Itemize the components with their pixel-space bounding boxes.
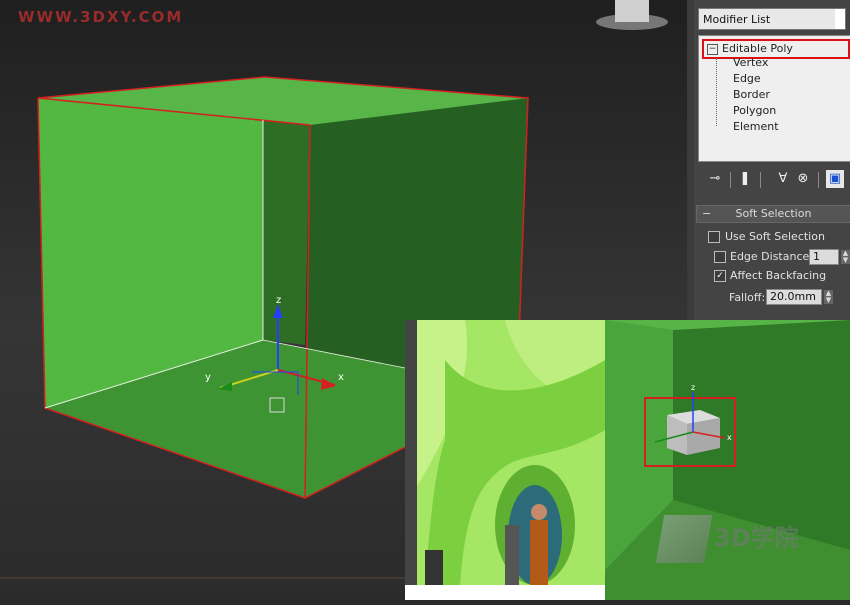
show-end-result-icon[interactable]: ❚: [736, 170, 754, 188]
logo-mark-icon: [655, 515, 713, 563]
stack-item-label: Editable Poly: [722, 42, 793, 55]
modifier-stack[interactable]: − Editable Poly Vertex Edge Border Polyg…: [698, 35, 850, 162]
modifier-list-dropdown[interactable]: Modifier List: [698, 8, 846, 30]
stack-subobject-vertex[interactable]: Vertex: [733, 56, 768, 69]
reference-photo: [405, 320, 605, 585]
toolbar-divider: [730, 172, 731, 188]
affect-backfacing-checkbox[interactable]: ✓: [714, 270, 726, 282]
falloff-label: Falloff:: [729, 291, 766, 304]
tree-connector: [716, 58, 718, 126]
configure-sets-icon[interactable]: ▣: [826, 170, 844, 188]
modifier-list-label: Modifier List: [703, 13, 771, 26]
falloff-input[interactable]: 20.0mm: [766, 289, 822, 305]
stack-subobject-border[interactable]: Border: [733, 88, 770, 101]
stack-item-editable-poly[interactable]: − Editable Poly: [702, 39, 850, 59]
collapse-icon[interactable]: −: [702, 206, 711, 221]
stack-subobject-element[interactable]: Element: [733, 120, 779, 133]
reference-photo-art: [405, 320, 605, 585]
watermark: WWW.3DXY.COM: [18, 8, 184, 26]
remove-modifier-icon[interactable]: ⊗: [794, 170, 812, 188]
stack-toolbar: ⊸ ❚ ∀ ⊗ ▣: [698, 168, 850, 190]
axis-label-x: x: [338, 372, 344, 383]
render-axis-label-z: z: [691, 383, 695, 392]
collapse-toggle-icon[interactable]: −: [707, 44, 718, 55]
rollout-header[interactable]: − Soft Selection: [696, 205, 850, 223]
stack-subobject-edge[interactable]: Edge: [733, 72, 761, 85]
edge-distance-checkbox[interactable]: [714, 251, 726, 263]
toolbar-divider: [818, 172, 819, 188]
box-back-face[interactable]: [263, 120, 310, 345]
axis-label-z: z: [276, 295, 281, 306]
logo-text: 3D学院: [714, 524, 799, 552]
edge-distance-label: Edge Distance:: [730, 250, 813, 263]
use-soft-selection-checkbox[interactable]: [708, 231, 720, 243]
toolbar-divider: [760, 172, 761, 188]
pin-stack-icon[interactable]: ⊸: [706, 170, 724, 188]
axis-label-y: y: [205, 372, 211, 383]
edge-distance-spinner-icon[interactable]: ▲ ▼: [841, 250, 850, 264]
edge-distance-input[interactable]: 1: [809, 249, 839, 265]
stack-subobject-polygon[interactable]: Polygon: [733, 104, 776, 117]
falloff-spinner-icon[interactable]: ▲ ▼: [824, 290, 833, 304]
brand-logo: 3D学院: [655, 515, 799, 563]
viewcube[interactable]: [596, 0, 668, 30]
affect-backfacing-label: Affect Backfacing: [730, 269, 827, 282]
make-unique-icon[interactable]: ∀: [774, 170, 792, 188]
render-axis-label-x: x: [727, 433, 732, 442]
use-soft-selection-label: Use Soft Selection: [725, 230, 825, 243]
rollout-title: Soft Selection: [735, 207, 812, 220]
dropdown-arrow-icon[interactable]: [835, 9, 845, 29]
